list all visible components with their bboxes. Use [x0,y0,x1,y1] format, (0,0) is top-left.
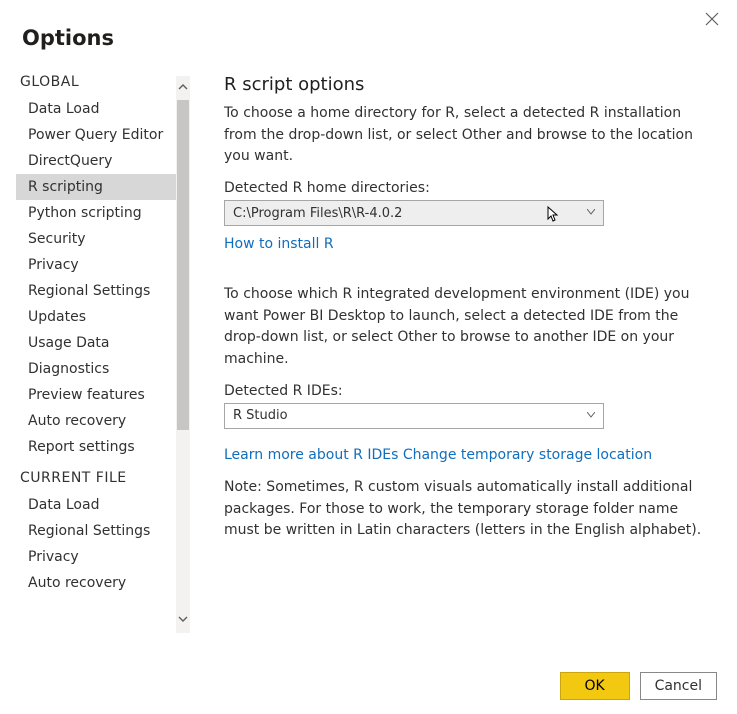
sidebar-item-cf-privacy[interactable]: Privacy [16,544,190,570]
ok-button[interactable]: OK [560,672,630,700]
home-dir-label: Detected R home directories: [224,180,717,196]
chevron-up-icon[interactable] [176,78,190,99]
content-panel: R script options To choose a home direct… [190,68,737,633]
sidebar-item-cf-data-load[interactable]: Data Load [16,492,190,518]
ide-label: Detected R IDEs: [224,383,717,399]
sidebar-item-cf-regional-settings[interactable]: Regional Settings [16,518,190,544]
sidebar-section-global: GLOBAL [16,68,190,96]
sidebar-item-usage-data[interactable]: Usage Data [16,330,190,356]
cursor-icon [547,206,561,228]
sidebar-item-directquery[interactable]: DirectQuery [16,148,190,174]
ide-paragraph: To choose which R integrated development… [224,284,717,371]
learn-more-ides-link[interactable]: Learn more about R IDEs [224,447,398,463]
ide-value: R Studio [233,408,288,423]
ide-dropdown[interactable]: R Studio [224,403,604,429]
sidebar-item-r-scripting[interactable]: R scripting [16,174,176,200]
sidebar-item-regional-settings[interactable]: Regional Settings [16,278,190,304]
sidebar-section-current-file: CURRENT FILE [16,460,190,492]
chevron-down-icon [587,208,595,218]
sidebar-item-auto-recovery[interactable]: Auto recovery [16,408,190,434]
sidebar-item-data-load[interactable]: Data Load [16,96,190,122]
sidebar-item-security[interactable]: Security [16,226,190,252]
how-to-install-link[interactable]: How to install R [224,236,334,252]
sidebar: GLOBAL Data Load Power Query Editor Dire… [0,68,190,633]
cancel-button[interactable]: Cancel [640,672,717,700]
sidebar-item-python-scripting[interactable]: Python scripting [16,200,190,226]
sidebar-item-report-settings[interactable]: Report settings [16,434,190,460]
sidebar-item-privacy[interactable]: Privacy [16,252,190,278]
change-temp-storage-link[interactable]: Change temporary storage location [403,447,652,463]
scrollbar-thumb[interactable] [177,100,189,430]
sidebar-item-preview-features[interactable]: Preview features [16,382,190,408]
intro-text: To choose a home directory for R, select… [224,103,717,168]
sidebar-item-updates[interactable]: Updates [16,304,190,330]
panel-heading: R script options [224,74,717,95]
sidebar-item-diagnostics[interactable]: Diagnostics [16,356,190,382]
home-dir-dropdown[interactable]: C:\Program Files\R\R-4.0.2 [224,200,604,226]
temp-storage-note: Note: Sometimes, R custom visuals automa… [224,477,717,542]
sidebar-scrollbar[interactable] [176,76,190,633]
chevron-down-icon [587,411,595,421]
sidebar-item-cf-auto-recovery[interactable]: Auto recovery [16,570,190,596]
home-dir-value: C:\Program Files\R\R-4.0.2 [233,206,402,221]
dialog-footer: OK Cancel [560,672,717,700]
dialog-title: Options [0,0,737,68]
sidebar-item-power-query-editor[interactable]: Power Query Editor [16,122,190,148]
chevron-down-icon[interactable] [176,610,190,631]
close-icon[interactable] [701,8,723,33]
